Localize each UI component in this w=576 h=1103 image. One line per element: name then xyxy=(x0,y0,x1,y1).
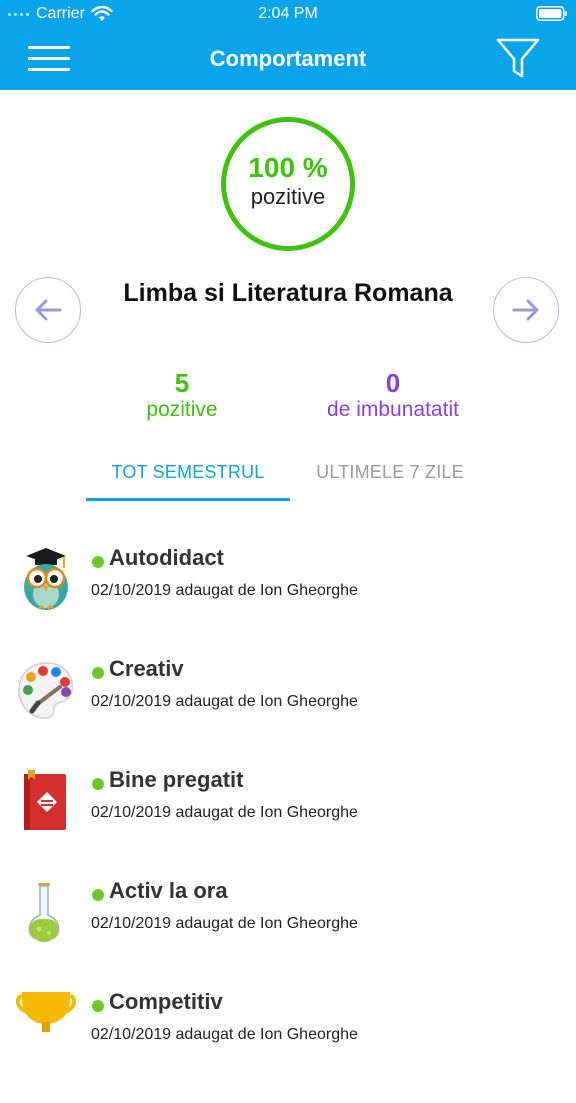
positive-count: 5 xyxy=(174,368,190,398)
flask-icon xyxy=(28,883,60,942)
app-bar: Carrier 2:04 PM Comportament xyxy=(0,0,576,90)
status-dot xyxy=(92,1000,104,1012)
tab-last-7-days[interactable]: ULTIMELE 7 ZILE xyxy=(292,462,488,483)
owl-graduate-icon xyxy=(24,548,68,610)
next-subject-button[interactable] xyxy=(493,277,559,343)
status-dot xyxy=(92,778,104,790)
status-dot xyxy=(92,556,104,568)
behavior-list-item[interactable]: Autodidact 02/10/2019 adaugat de Ion Ghe… xyxy=(0,545,576,659)
status-bar: Carrier 2:04 PM xyxy=(0,0,576,30)
percent-label: pozitive xyxy=(250,184,326,209)
subject-title: Limba si Literatura Romana xyxy=(123,279,453,307)
paint-palette-icon xyxy=(18,662,73,719)
behavior-list-item[interactable]: Competitiv 02/10/2019 adaugat de Ion Ghe… xyxy=(0,989,576,1103)
status-dot xyxy=(92,889,104,901)
behavior-list-item[interactable]: Creativ 02/10/2019 adaugat de Ion Gheorg… xyxy=(0,656,576,770)
nav-bar: Comportament xyxy=(0,30,576,90)
improve-count: 0 xyxy=(385,368,401,398)
behavior-meta: 02/10/2019 adaugat de Ion Gheorghe xyxy=(91,1026,358,1043)
behavior-meta: 02/10/2019 adaugat de Ion Gheorghe xyxy=(91,693,358,710)
behavior-meta: 02/10/2019 adaugat de Ion Gheorghe xyxy=(91,915,358,932)
tab-semester[interactable]: TOT SEMESTRUL xyxy=(86,462,290,483)
behavior-title: Creativ xyxy=(109,656,184,681)
behavior-meta: 02/10/2019 adaugat de Ion Gheorghe xyxy=(91,804,358,821)
trophy-icon xyxy=(16,992,76,1032)
improve-label: de imbunatatit xyxy=(327,398,459,421)
red-book-icon xyxy=(24,770,66,830)
percent-value: 100 % xyxy=(248,152,328,183)
behavior-title: Bine pregatit xyxy=(109,767,244,792)
active-tab-indicator xyxy=(86,498,290,501)
behavior-list-item[interactable]: Activ la ora 02/10/2019 adaugat de Ion G… xyxy=(0,878,576,992)
status-time: 2:04 PM xyxy=(258,5,318,22)
page-title: Comportament xyxy=(209,46,367,71)
behavior-title: Competitiv xyxy=(109,989,223,1014)
arrow-right-icon xyxy=(512,299,539,321)
behavior-title: Activ la ora xyxy=(109,878,228,903)
behavior-list-item[interactable]: Bine pregatit 02/10/2019 adaugat de Ion … xyxy=(0,767,576,881)
positive-label: pozitive xyxy=(146,398,218,421)
positive-stat: 5 pozitive xyxy=(122,368,242,422)
funnel-filter-icon[interactable] xyxy=(496,38,540,80)
behavior-meta: 02/10/2019 adaugat de Ion Gheorghe xyxy=(91,582,358,599)
improve-stat: 0 de imbunatatit xyxy=(300,368,486,422)
status-dot xyxy=(92,667,104,679)
battery-icon xyxy=(536,6,567,21)
arrow-left-icon xyxy=(35,299,62,321)
previous-subject-button[interactable] xyxy=(15,277,81,343)
behavior-title: Autodidact xyxy=(109,545,224,570)
